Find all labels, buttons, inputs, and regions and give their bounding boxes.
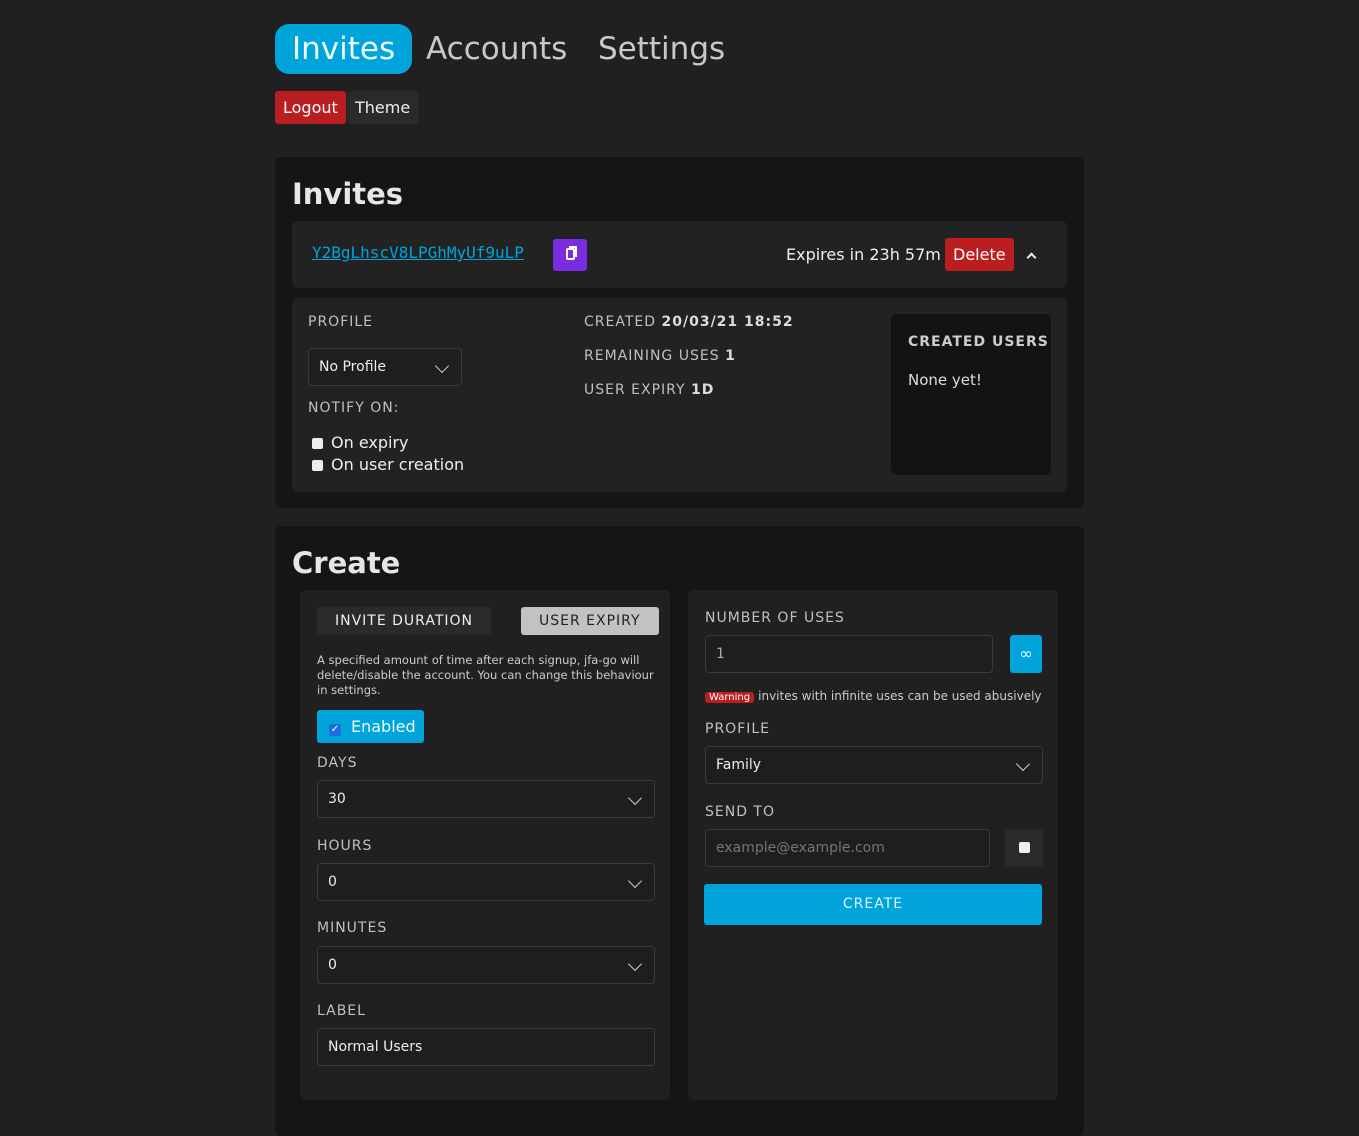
profile-select[interactable]: Family <box>705 746 1043 784</box>
created-info: CREATED 20/03/21 18:52 <box>584 314 794 330</box>
notify-label: NOTIFY ON: <box>308 400 399 416</box>
profile-label: PROFILE <box>705 721 770 737</box>
send-to-label: SEND TO <box>705 804 775 820</box>
minutes-select[interactable]: 0 <box>317 946 655 984</box>
uses-label: NUMBER OF USES <box>705 610 845 626</box>
label-input[interactable]: Normal Users <box>317 1028 655 1066</box>
delete-button[interactable]: Delete <box>945 238 1014 271</box>
tab-user-expiry[interactable]: USER EXPIRY <box>521 607 659 635</box>
created-label: CREATED <box>584 314 656 330</box>
invites-title: Invites <box>292 177 403 211</box>
hours-label: HOURS <box>317 838 372 854</box>
uses-value: 1 <box>716 646 725 662</box>
checkbox-icon <box>1019 842 1030 853</box>
chevron-down-icon <box>628 957 642 971</box>
invite-profile-select[interactable]: No Profile <box>308 348 462 386</box>
duration-panel: INVITE DURATION USER EXPIRY A specified … <box>300 590 670 1100</box>
expires-text: Expires in 23h 57m <box>786 245 941 264</box>
remaining-info: REMAINING USES 1 <box>584 348 736 364</box>
tab-invite-duration[interactable]: INVITE DURATION <box>317 607 491 635</box>
hours-value: 0 <box>328 874 337 890</box>
warning-badge: Warning <box>705 692 754 703</box>
invite-details: PROFILE No Profile NOTIFY ON: On expiry … <box>292 298 1067 492</box>
hours-select[interactable]: 0 <box>317 863 655 901</box>
user-expiry-label: USER EXPIRY <box>584 382 686 398</box>
invite-code-link[interactable]: Y2BgLhscV8LPGhMyUf9uLP <box>312 243 524 262</box>
enabled-label: Enabled <box>351 717 416 736</box>
collapse-chevron-icon[interactable] <box>1027 253 1037 263</box>
create-title: Create <box>292 546 400 580</box>
checkbox-icon <box>312 438 323 449</box>
checkbox-icon <box>312 460 323 471</box>
created-users-box: CREATED USERS None yet! <box>891 314 1051 475</box>
created-users-title: CREATED USERS <box>908 334 1049 350</box>
notify-expiry-checkbox[interactable]: On expiry <box>312 433 409 452</box>
warning-message: Warning invites with infinite uses can be… <box>705 689 1042 703</box>
minutes-label: MINUTES <box>317 920 387 936</box>
notify-expiry-label: On expiry <box>331 433 409 452</box>
chevron-down-icon <box>1016 757 1030 771</box>
copy-button[interactable] <box>553 239 587 271</box>
copy-icon-back <box>569 246 577 257</box>
label-value: Normal Users <box>328 1039 422 1055</box>
check-icon: ✓ <box>329 724 341 736</box>
infinite-uses-button[interactable]: ∞ <box>1010 635 1042 673</box>
tab-accounts[interactable]: Accounts <box>409 24 584 74</box>
create-card: Create INVITE DURATION USER EXPIRY A spe… <box>275 526 1084 1136</box>
theme-button[interactable]: Theme <box>347 91 418 124</box>
notify-creation-checkbox[interactable]: On user creation <box>312 455 464 474</box>
tab-settings[interactable]: Settings <box>581 24 742 74</box>
tab-invites[interactable]: Invites <box>275 24 412 74</box>
created-value: 20/03/21 18:52 <box>661 314 793 330</box>
invites-card: Invites Y2BgLhscV8LPGhMyUf9uLP Expires i… <box>275 157 1084 508</box>
days-label: DAYS <box>317 755 357 771</box>
profile-value: Family <box>716 757 761 773</box>
chevron-down-icon <box>628 791 642 805</box>
user-expiry-info: USER EXPIRY 1D <box>584 382 714 398</box>
send-to-input[interactable] <box>705 829 990 867</box>
created-users-empty: None yet! <box>908 371 982 389</box>
days-value: 30 <box>328 791 346 807</box>
remaining-value: 1 <box>725 348 736 364</box>
invite-row: Y2BgLhscV8LPGhMyUf9uLP Expires in 23h 57… <box>292 221 1067 288</box>
chevron-down-icon <box>628 874 642 888</box>
user-expiry-description: A specified amount of time after each si… <box>317 653 657 698</box>
chevron-down-icon <box>435 359 449 373</box>
user-expiry-value: 1D <box>691 382 714 398</box>
options-panel: NUMBER OF USES 1 ∞ Warning invites with i… <box>688 590 1058 1100</box>
notify-creation-label: On user creation <box>331 455 464 474</box>
send-to-checkbox[interactable] <box>1005 829 1043 867</box>
label-label: LABEL <box>317 1003 366 1019</box>
minutes-value: 0 <box>328 957 337 973</box>
remaining-label: REMAINING USES <box>584 348 720 364</box>
days-select[interactable]: 30 <box>317 780 655 818</box>
warning-text: invites with infinite uses can be used a… <box>758 689 1041 703</box>
profile-label: PROFILE <box>308 314 373 330</box>
logout-button[interactable]: Logout <box>275 91 346 124</box>
create-button[interactable]: CREATE <box>704 884 1042 925</box>
enabled-toggle[interactable]: ✓ Enabled <box>317 710 424 743</box>
invite-profile-value: No Profile <box>319 359 386 375</box>
uses-input[interactable]: 1 <box>705 635 993 673</box>
